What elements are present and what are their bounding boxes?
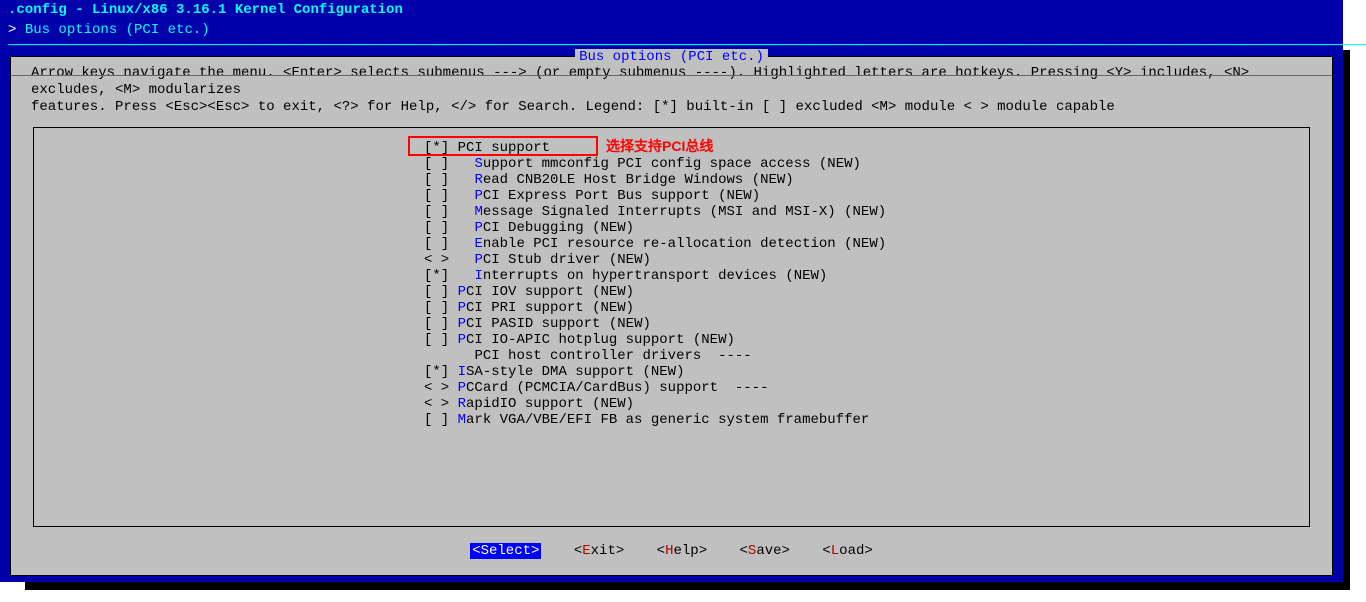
- menu-item-12[interactable]: [ ] PCI IO-APIC hotplug support (NEW): [424, 332, 1299, 348]
- menu-item-14[interactable]: [*] ISA-style DMA support (NEW): [424, 364, 1299, 380]
- select-button[interactable]: <Select>: [470, 543, 541, 559]
- button-row: <Select> <Exit> <Help> <Save> <Load>: [11, 537, 1332, 563]
- menu-item-3[interactable]: [ ] PCI Express Port Bus support (NEW): [424, 188, 1299, 204]
- main-panel: Bus options (PCI etc.) Arrow keys naviga…: [10, 56, 1333, 576]
- save-button[interactable]: <Save>: [740, 543, 790, 559]
- menu-item-2[interactable]: [ ] Read CNB20LE Host Bridge Windows (NE…: [424, 172, 1299, 188]
- menu-item-15[interactable]: < > PCCard (PCMCIA/CardBus) support ----: [424, 380, 1299, 396]
- menu-item-11[interactable]: [ ] PCI PASID support (NEW): [424, 316, 1299, 332]
- exit-button[interactable]: <Exit>: [574, 543, 624, 559]
- menu-item-4[interactable]: [ ] Message Signaled Interrupts (MSI and…: [424, 204, 1299, 220]
- menu-item-7[interactable]: < > PCI Stub driver (NEW): [424, 252, 1299, 268]
- help-text: Arrow keys navigate the menu. <Enter> se…: [11, 57, 1332, 127]
- menu-item-13[interactable]: PCI host controller drivers ----: [424, 348, 1299, 364]
- load-button[interactable]: <Load>: [822, 543, 872, 559]
- menu-item-9[interactable]: [ ] PCI IOV support (NEW): [424, 284, 1299, 300]
- config-title: .config - Linux/x86 3.16.1 Kernel Config…: [0, 0, 1343, 20]
- menu-item-17[interactable]: [ ] Mark VGA/VBE/EFI FB as generic syste…: [424, 412, 1299, 428]
- menu-item-0[interactable]: [*] PCI support: [424, 140, 1299, 156]
- menu-list[interactable]: [*] PCI support[ ] Support mmconfig PCI …: [424, 140, 1299, 428]
- menu-item-16[interactable]: < > RapidIO support (NEW): [424, 396, 1299, 412]
- menu-item-10[interactable]: [ ] PCI PRI support (NEW): [424, 300, 1299, 316]
- menu-box: 选择支持PCI总线 [*] PCI support[ ] Support mmc…: [33, 127, 1310, 527]
- menu-item-8[interactable]: [*] Interrupts on hypertransport devices…: [424, 268, 1299, 284]
- panel-title: Bus options (PCI etc.): [575, 49, 768, 65]
- menu-item-6[interactable]: [ ] Enable PCI resource re-allocation de…: [424, 236, 1299, 252]
- help-button[interactable]: <Help>: [657, 543, 707, 559]
- menu-item-5[interactable]: [ ] PCI Debugging (NEW): [424, 220, 1299, 236]
- menu-item-1[interactable]: [ ] Support mmconfig PCI config space ac…: [424, 156, 1299, 172]
